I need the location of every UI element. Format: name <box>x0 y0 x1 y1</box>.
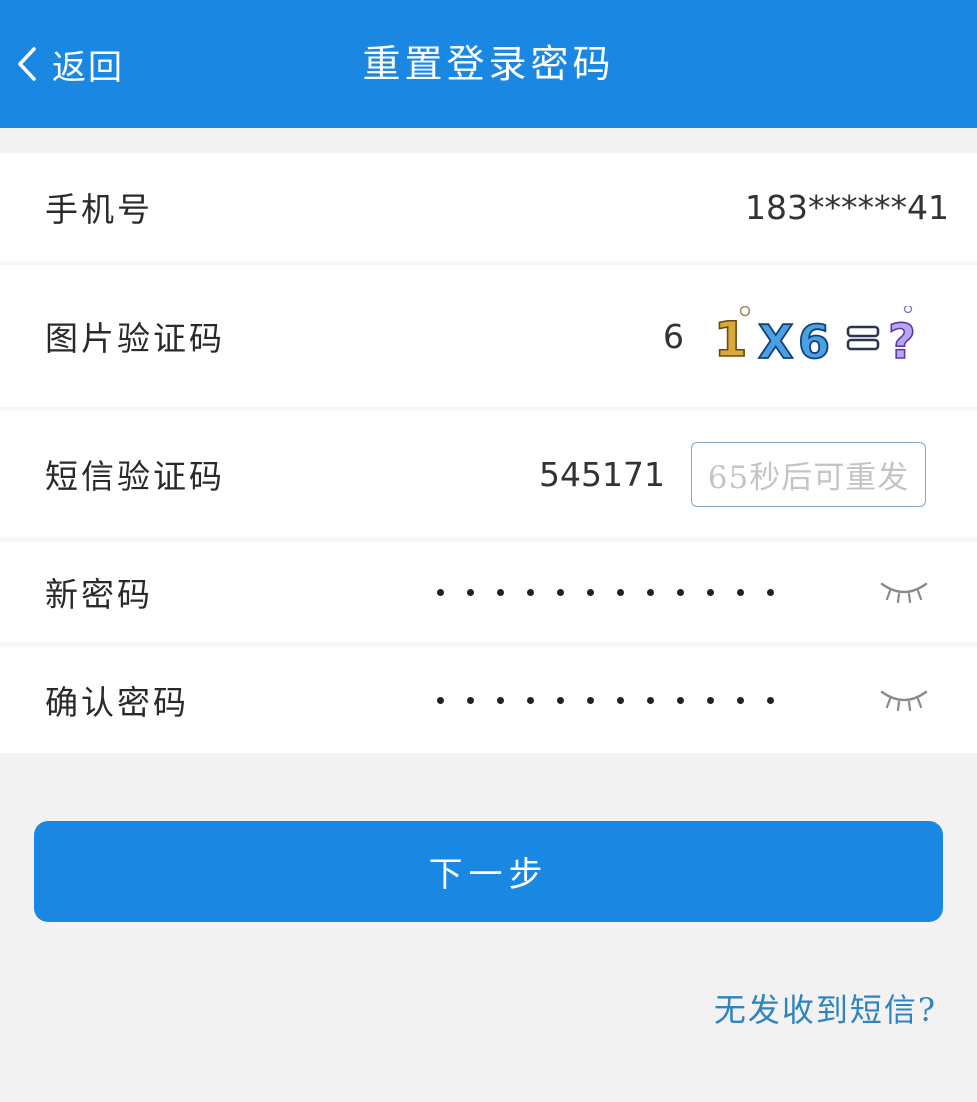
captcha-row: 图片验证码 6 1 X 6 ? <box>0 266 977 406</box>
password-dot <box>527 588 534 596</box>
resend-sms-button[interactable]: 65秒后可重发 <box>691 441 926 507</box>
password-dot <box>587 696 594 704</box>
password-dot <box>707 696 714 704</box>
confirm-password-label: 确认密码 <box>45 683 189 722</box>
sms-code-input[interactable]: 545171 <box>539 455 665 494</box>
password-dot <box>767 588 774 596</box>
confirm-password-row: 确认密码 <box>0 647 977 753</box>
password-dot <box>737 696 744 704</box>
reset-password-form: 手机号 183******41 图片验证码 6 1 X 6 ? 短信验证码 54… <box>0 153 977 753</box>
captcha-char: 1 <box>714 312 747 366</box>
captcha-char <box>846 325 880 338</box>
password-dot <box>677 588 684 596</box>
password-dot <box>677 696 684 704</box>
no-sms-link[interactable]: 无发收到短信? <box>714 985 937 1031</box>
phone-row: 手机号 183******41 <box>0 153 977 261</box>
captcha-char: X <box>758 315 793 366</box>
password-dot <box>587 588 594 596</box>
captcha-image[interactable]: 1 X 6 ? <box>712 304 934 371</box>
eye-closed-icon[interactable] <box>878 578 930 606</box>
new-password-input[interactable] <box>437 588 774 596</box>
captcha-char <box>846 338 880 351</box>
password-dot <box>437 588 444 596</box>
password-dot <box>737 588 744 596</box>
password-dot <box>467 696 474 704</box>
password-dot <box>527 696 534 704</box>
password-dot <box>437 696 444 704</box>
confirm-password-input[interactable] <box>437 696 774 704</box>
password-dot <box>467 588 474 596</box>
sms-label: 短信验证码 <box>45 457 225 496</box>
new-password-row: 新密码 <box>0 542 977 642</box>
password-dot <box>497 588 504 596</box>
password-dot <box>617 588 624 596</box>
captcha-input[interactable]: 6 <box>663 317 684 356</box>
phone-label: 手机号 <box>45 190 153 229</box>
eye-closed-icon[interactable] <box>878 686 930 714</box>
captcha-char: ? <box>888 314 916 366</box>
password-dot <box>647 696 654 704</box>
password-dot <box>767 696 774 704</box>
sms-row: 短信验证码 545171 65秒后可重发 <box>0 411 977 537</box>
new-password-label: 新密码 <box>45 575 153 614</box>
app-header: 返回 重置登录密码 <box>0 0 977 128</box>
phone-value: 183******41 <box>745 187 949 227</box>
password-dot <box>617 696 624 704</box>
captcha-label: 图片验证码 <box>45 319 225 358</box>
page-title: 重置登录密码 <box>362 42 615 86</box>
password-dot <box>497 696 504 704</box>
password-dot <box>647 588 654 596</box>
captcha-char: 6 <box>798 315 830 366</box>
captcha-noise <box>903 304 913 314</box>
password-dot <box>557 696 564 704</box>
password-dot <box>557 588 564 596</box>
password-dot <box>707 588 714 596</box>
next-step-button[interactable]: 下一步 <box>34 821 943 922</box>
